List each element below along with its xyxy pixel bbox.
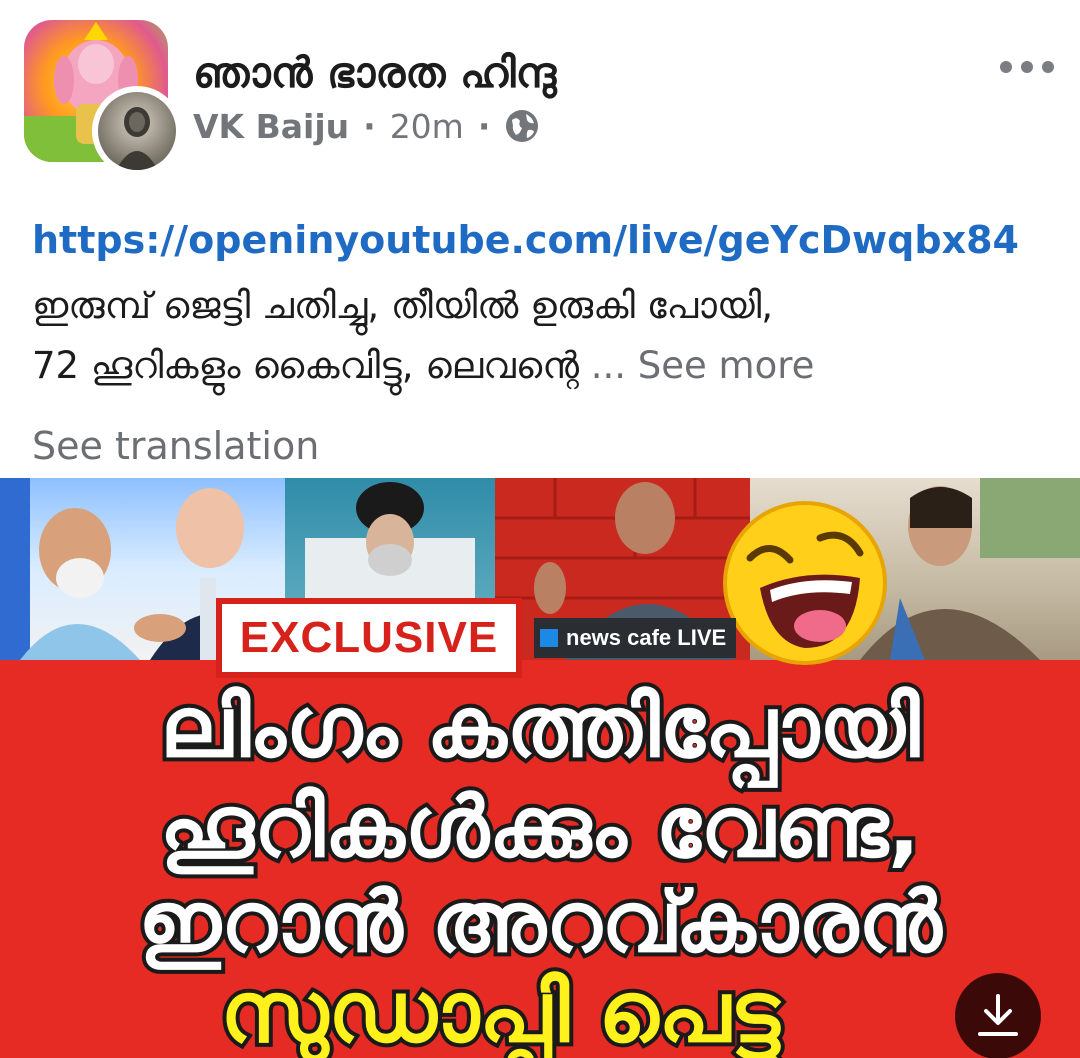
more-dot [1000,61,1012,73]
post-body-text: 72 ഹൂറികളും കൈവിട്ടു, ലെവന്റെ [32,344,579,387]
headline-line: ഹൂറികൾക്കും വേണ്ട, [156,774,924,880]
download-button[interactable] [955,973,1041,1058]
headline-line: ലിംഗം കത്തിപ്പോയി [156,674,923,780]
see-more-link[interactable]: ... See more [591,344,815,387]
more-dot [1042,61,1054,73]
channel-label-text: news cafe LIVE [566,625,727,650]
post-meta: VK Baiju · 20m · [193,104,540,148]
post-link[interactable]: https://openinyoutube.com/live/geYcDwqbx… [32,218,1019,262]
headline-line: ഇറാൻ അറവ്കാരൻ [134,869,945,975]
channel-logo-icon [540,629,558,647]
channel-label: news cafe LIVE [534,618,737,658]
laughing-emoji-icon [723,501,887,665]
video-thumbnail[interactable]: EXCLUSIVE news cafe LIVE ലിംഗം കത്തിപ്പോ… [0,478,1080,1058]
group-name[interactable]: ഞാൻ ഭാരത ഹിന്ദു [193,48,556,98]
author-avatar-image [98,92,176,170]
post-body-line: ഇരുമ്പ് ജെട്ടി ചതിച്ചു, തീയിൽ ഉരുകി പോയി… [32,284,774,327]
meta-separator: · [363,106,376,146]
more-dot [1021,61,1033,73]
download-icon [978,994,1018,1036]
author-name[interactable]: VK Baiju [193,107,349,146]
meta-separator: · [477,106,491,146]
author-avatar[interactable] [92,86,182,176]
exclusive-badge: EXCLUSIVE [216,598,522,678]
globe-icon [504,108,540,144]
post-body-line: 72 ഹൂറികളും കൈവിട്ടു, ലെവന്റെ ... See mo… [32,344,814,388]
post-time[interactable]: 20m [390,107,464,146]
post-header: ഞാൻ ഭാരത ഹിന്ദു VK Baiju · 20m · [0,0,1080,180]
more-options-icon[interactable] [1000,55,1054,79]
headline-line: സുഡാപ്പി പെട്ടു [217,959,784,1058]
see-translation-link[interactable]: See translation [32,424,319,468]
